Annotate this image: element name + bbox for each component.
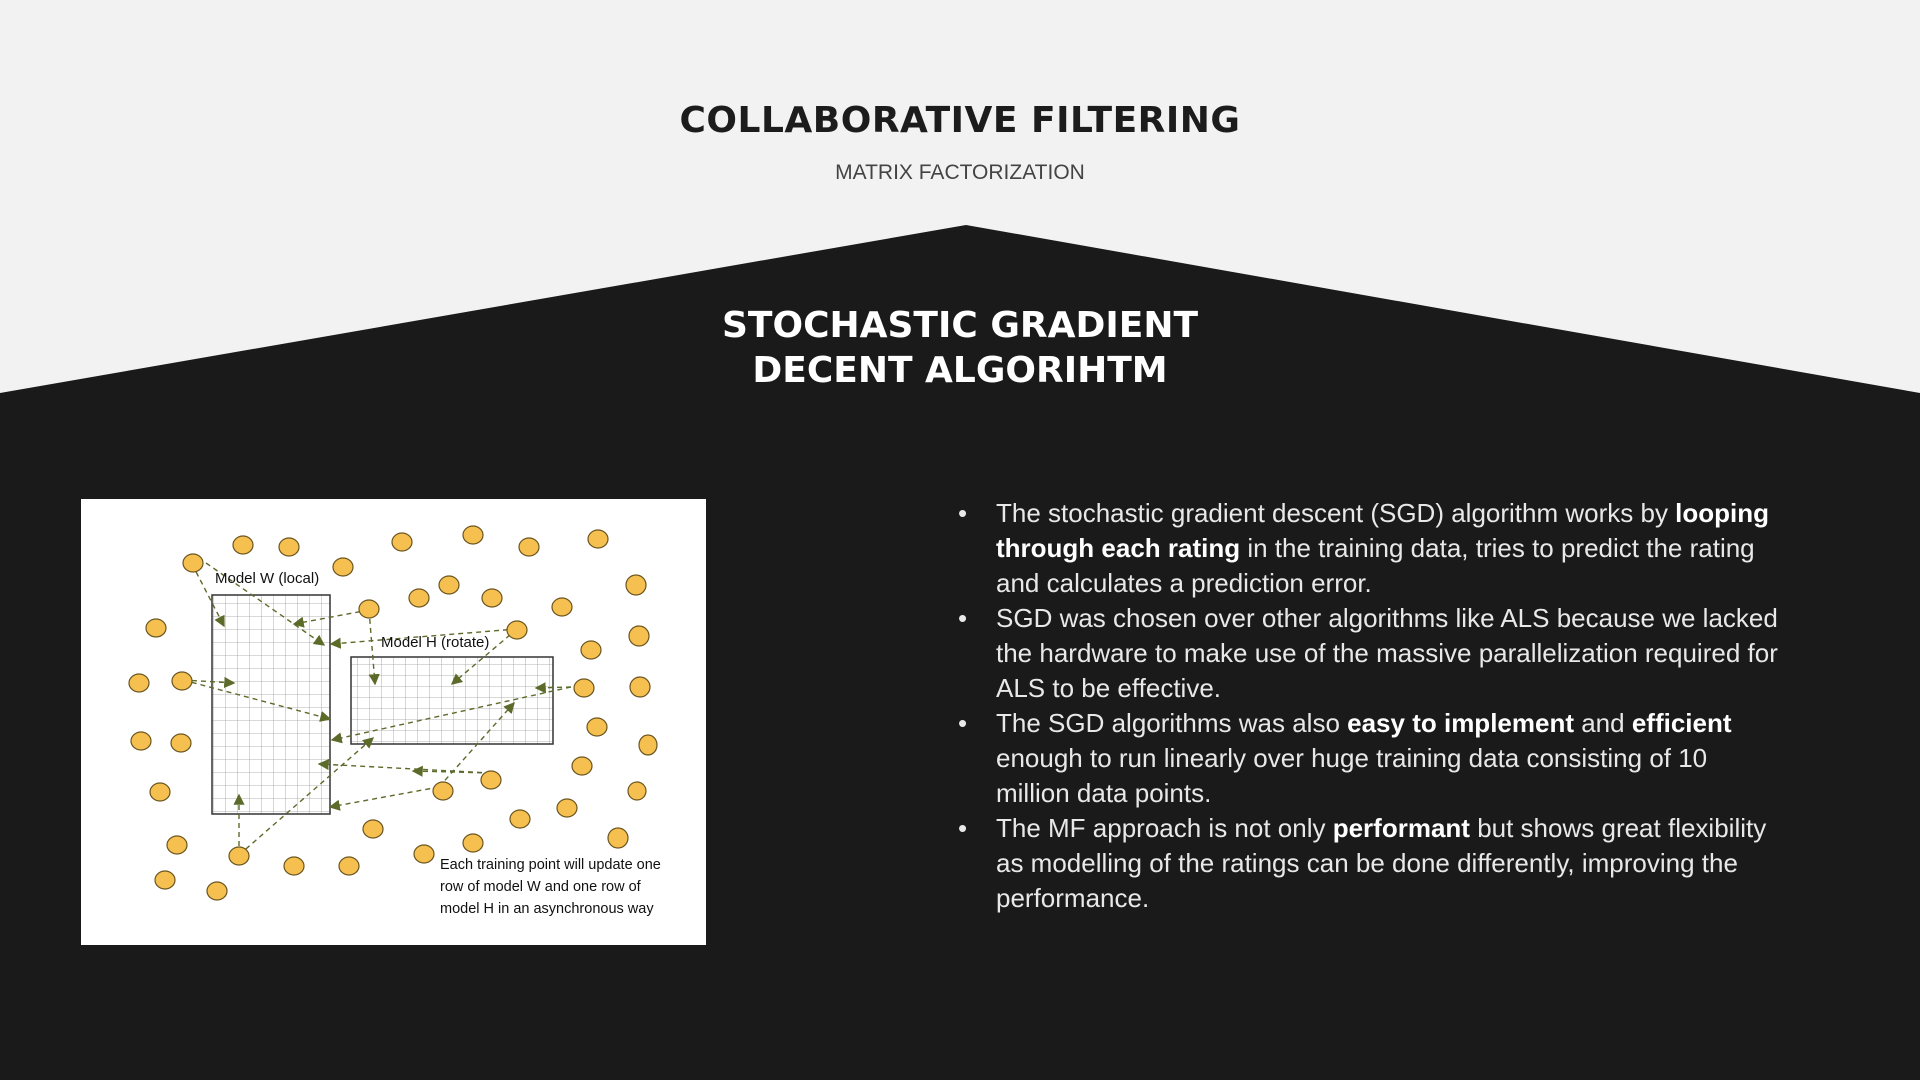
training-point — [278, 537, 300, 557]
training-point — [182, 553, 204, 573]
training-point — [509, 809, 531, 829]
bullet-text: The MF approach is not only — [996, 813, 1333, 843]
model-w-matrix — [211, 594, 331, 815]
training-point — [462, 833, 484, 853]
bullet-marker: • — [958, 813, 968, 843]
diagram-caption-line-1: Each training point will update one — [440, 857, 661, 873]
training-point — [627, 781, 647, 801]
sgd-diagram: Model W (local) Model H (rotate) Each tr… — [81, 499, 706, 945]
training-point — [130, 731, 152, 751]
training-point — [128, 673, 150, 693]
training-point — [408, 588, 430, 608]
training-point — [625, 574, 647, 596]
page-subtitle: MATRIX FACTORIZATION — [835, 161, 1085, 184]
model-w-label: Model W (local) — [215, 570, 319, 587]
training-point — [607, 827, 629, 849]
bullet-marker: • — [958, 498, 968, 528]
training-point — [556, 798, 578, 818]
bullet-text: enough to run linearly over huge trainin… — [996, 743, 1708, 808]
training-point — [571, 756, 593, 776]
training-point — [166, 835, 188, 855]
model-h-label: Model H (rotate) — [381, 634, 489, 651]
bullet-emphasis: performant — [1332, 813, 1470, 843]
bullet-item: • The MF approach is not only performant… — [958, 811, 1778, 916]
training-point — [462, 525, 484, 545]
bullet-item: • SGD was chosen over other algorithms l… — [958, 601, 1778, 706]
training-point — [358, 599, 380, 619]
training-point — [228, 846, 250, 866]
bullet-item: • The stochastic gradient descent (SGD) … — [958, 496, 1778, 601]
bullet-list: • The stochastic gradient descent (SGD) … — [958, 496, 1778, 916]
training-point — [145, 618, 167, 638]
training-point — [171, 671, 193, 691]
training-point — [391, 532, 413, 552]
section-title: STOCHASTIC GRADIENT DECENT ALGORIHTM — [0, 303, 1920, 393]
bullet-text: The SGD algorithms was also — [996, 708, 1348, 738]
training-point — [638, 734, 658, 756]
bullet-item: • The SGD algorithms was also easy to im… — [958, 706, 1778, 811]
training-point — [586, 717, 608, 737]
page-title: COLLABORATIVE FILTERING — [679, 100, 1241, 141]
training-point — [551, 597, 573, 617]
training-point — [206, 881, 228, 901]
bullet-emphasis: efficient — [1631, 708, 1732, 738]
training-point — [170, 733, 192, 753]
section-title-line-1: STOCHASTIC GRADIENT — [721, 305, 1198, 346]
training-point — [332, 557, 354, 577]
training-point — [481, 588, 503, 608]
slide: COLLABORATIVE FILTERING MATRIX FACTORIZA… — [0, 0, 1920, 1080]
training-point — [580, 640, 602, 660]
training-point — [338, 856, 360, 876]
diagram-caption-line-3: model H in an asynchronous way — [440, 901, 654, 917]
model-h-matrix — [350, 656, 554, 745]
bullet-marker: • — [958, 708, 968, 738]
training-point — [628, 625, 650, 647]
training-point — [413, 844, 435, 864]
training-point — [283, 856, 305, 876]
bullet-text: and — [1574, 708, 1632, 738]
training-point — [506, 620, 528, 640]
training-point — [149, 782, 171, 802]
sgd-diagram-svg: Model W (local) Model H (rotate) Each tr… — [128, 525, 661, 917]
training-point — [438, 575, 460, 595]
bullet-marker: • — [958, 603, 968, 633]
bullet-text: SGD was chosen over other algorithms lik… — [996, 603, 1778, 703]
bullet-emphasis: easy to implement — [1347, 708, 1574, 738]
training-point — [518, 537, 540, 557]
section-title-line-2: DECENT ALGORIHTM — [752, 350, 1168, 391]
training-point — [480, 770, 502, 790]
bullet-text: The stochastic gradient descent (SGD) al… — [996, 498, 1676, 528]
training-point — [362, 819, 384, 839]
training-point — [629, 676, 651, 698]
diagram-caption-line-2: row of model W and one row of — [440, 879, 642, 895]
training-point — [432, 781, 454, 801]
training-point — [154, 870, 176, 890]
training-point — [587, 529, 609, 549]
training-point — [232, 535, 254, 555]
training-point — [573, 678, 595, 698]
